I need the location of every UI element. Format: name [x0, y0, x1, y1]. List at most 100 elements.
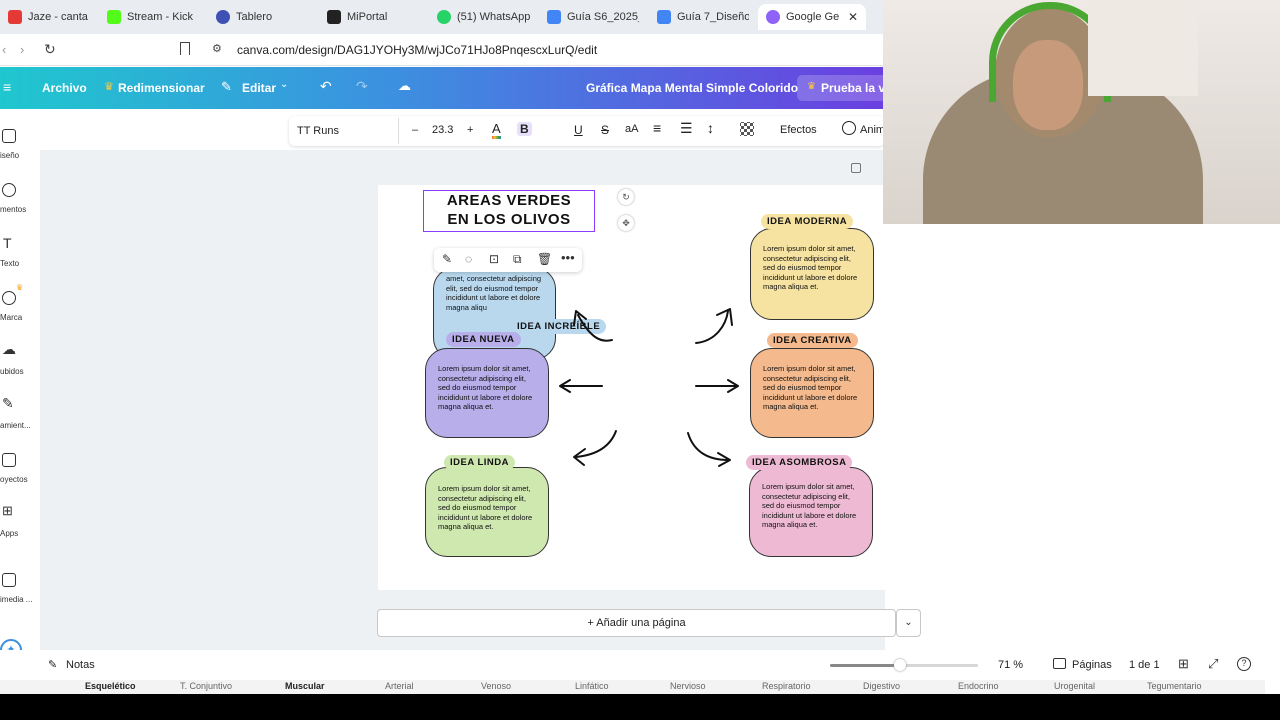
text-color-icon[interactable]: A [492, 121, 501, 139]
rail-label: Marca [0, 313, 23, 322]
zoom-slider[interactable] [830, 659, 978, 671]
rail-label: oyectos [0, 475, 28, 484]
page-count: 1 de 1 [1129, 659, 1160, 671]
rail-label: Apps [0, 529, 19, 538]
help-icon[interactable]: ? [1237, 657, 1251, 671]
canva-header: ≡ Archivo ♛ Redimensionar ✎ Editar ⌄ ↶ ↷… [0, 67, 892, 109]
strip-item[interactable]: T. Conjuntivo [180, 681, 232, 691]
strip-item[interactable]: Linfático [575, 681, 609, 691]
rail-item-text[interactable]: T Texto [0, 235, 40, 275]
pencil-icon: ✎ [221, 79, 232, 94]
decrease-size-button[interactable]: – [412, 124, 418, 136]
zoom-slider-thumb[interactable] [893, 659, 906, 671]
strip-item[interactable]: Muscular [285, 681, 325, 691]
grid-view-icon[interactable]: ⊞ [1178, 656, 1189, 672]
strip-item[interactable]: Respiratorio [762, 681, 811, 691]
rail-item-apps[interactable]: ⊞ Apps [0, 503, 40, 545]
strip-item[interactable]: Nervioso [670, 681, 706, 691]
browser-tab[interactable]: Stream - Kick D [107, 4, 197, 30]
increase-size-button[interactable]: + [467, 124, 473, 136]
cloud-saved-icon[interactable]: ☁ [398, 78, 411, 94]
pages-button[interactable]: Páginas [1072, 659, 1112, 671]
file-menu-button[interactable]: Archivo [42, 81, 87, 95]
redo-icon[interactable]: ↷ [356, 78, 368, 95]
undo-icon[interactable]: ↶ [320, 78, 332, 95]
add-page-label: + Añadir una página [587, 617, 686, 629]
rail-label: imedia ... [0, 595, 33, 604]
tab-favicon-icon [216, 10, 230, 24]
bottom-bar: ✎ Notas 71 % Páginas 1 de 1 ⊞ ⤢ ? [0, 650, 1265, 680]
gemini-icon [766, 10, 780, 24]
menu-icon[interactable]: ≡ [3, 79, 11, 95]
strip-item[interactable]: Endocrino [958, 681, 999, 691]
whatsapp-icon [437, 10, 451, 24]
trial-button[interactable]: ♛ Prueba la ve [797, 75, 892, 101]
zoom-value[interactable]: 71 % [998, 659, 1023, 671]
arrow-to-linda [575, 430, 617, 458]
tab-favicon-icon [8, 10, 22, 24]
crown-icon: ♛ [104, 81, 114, 93]
left-rail: iseño mentos T Texto ♛ Marca ☁ ubidos ✎ … [0, 109, 40, 661]
rail-label: mentos [0, 205, 27, 214]
rail-item-elements[interactable]: mentos [0, 181, 40, 221]
os-taskbar [0, 694, 1280, 720]
rail-item-draw[interactable]: ✎ amient... [0, 395, 40, 437]
back-icon[interactable]: ‹ [2, 42, 6, 57]
strip-item[interactable]: Digestivo [863, 681, 900, 691]
tab-favicon-icon [327, 10, 341, 24]
rail-item-projects[interactable]: oyectos [0, 451, 40, 491]
bold-button[interactable]: B [517, 122, 532, 136]
browser-tab[interactable]: Guía S6_2025_2 [547, 4, 639, 30]
tab-label: Guía S6_2025_2 [567, 11, 639, 23]
address-bar: ‹ › ↻ ⚙ canva.com/design/DAG1JYOHy3M/wjJ… [0, 34, 885, 66]
site-info-icon[interactable]: ⚙ [212, 42, 222, 55]
align-icon[interactable]: ≡ [653, 120, 661, 136]
strip-item[interactable]: Arterial [385, 681, 414, 691]
reload-icon[interactable]: ↻ [44, 41, 56, 58]
close-tab-icon[interactable]: ✕ [848, 10, 858, 24]
tab-label: Google Ge [786, 11, 840, 23]
underline-button[interactable]: U [574, 123, 583, 137]
lock-icon[interactable] [851, 163, 861, 173]
font-selector[interactable]: TT Runs [291, 118, 399, 144]
rail-item-uploads[interactable]: ☁ ubidos [0, 341, 40, 383]
spacing-icon[interactable]: ↕ [707, 120, 714, 136]
strip-item[interactable]: Tegumentario [1147, 681, 1202, 691]
docs-icon [657, 10, 671, 24]
add-page-button[interactable]: + Añadir una página [377, 609, 896, 637]
font-size-input[interactable]: 23.3 [432, 124, 453, 136]
strip-item[interactable]: Esquelético [85, 681, 136, 691]
rail-item-design[interactable]: iseño [0, 127, 40, 167]
edit-button[interactable]: Editar [242, 81, 276, 95]
url-text[interactable]: canva.com/design/DAG1JYOHy3M/wjJCo71HJo8… [237, 43, 597, 57]
browser-tab[interactable]: MiPortal [327, 4, 422, 30]
design-page[interactable]: AREAS VERDES EN LOS OLIVOS ↻ ✥ amet, con… [378, 185, 921, 590]
forward-icon[interactable]: › [20, 42, 24, 57]
transparency-icon[interactable] [740, 122, 754, 136]
browser-tab[interactable]: Guía 7_Diseño c [657, 4, 749, 30]
browser-tab-active[interactable]: Google Ge ✕ [758, 4, 866, 30]
animate-button[interactable]: Anim [860, 124, 885, 136]
strip-item[interactable]: Urogenital [1054, 681, 1095, 691]
rail-item-brand[interactable]: ♛ Marca [0, 283, 40, 329]
notes-button[interactable]: Notas [66, 659, 95, 671]
tab-favicon-icon [107, 10, 121, 24]
browser-tab[interactable]: Jaze - canta [8, 4, 88, 30]
rail-item-media[interactable]: imedia ... [0, 571, 40, 611]
page-options-button[interactable]: ⌄ [896, 609, 921, 637]
bookmark-icon[interactable] [180, 42, 190, 55]
strikethrough-button[interactable]: S [601, 123, 609, 137]
list-icon[interactable]: ☰ [680, 120, 693, 137]
case-button[interactable]: aA [625, 123, 638, 135]
trial-label: Prueba la ve [821, 81, 892, 95]
browser-tab[interactable]: (51) WhatsApp [437, 4, 532, 30]
effects-button[interactable]: Efectos [780, 124, 817, 136]
chevron-down-icon: ⌄ [280, 79, 289, 90]
apps-icon: ⊞ [2, 503, 13, 518]
strip-item[interactable]: Venoso [481, 681, 511, 691]
design-title[interactable]: Gráfica Mapa Mental Simple Colorido [586, 81, 798, 95]
fullscreen-icon[interactable]: ⤢ [1208, 656, 1218, 672]
resize-button[interactable]: Redimensionar [118, 81, 205, 95]
browser-tab[interactable]: Tablero [216, 4, 306, 30]
media-icon [2, 573, 16, 587]
